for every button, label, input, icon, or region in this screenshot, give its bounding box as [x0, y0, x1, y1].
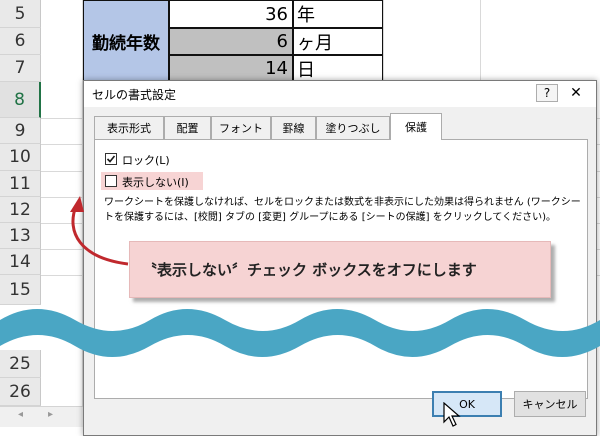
tab-label: 保護: [405, 121, 427, 134]
ok-label: OK: [459, 397, 475, 411]
wave-break: [0, 309, 600, 357]
callout-arrow: [70, 196, 129, 266]
mouse-cursor-icon: [443, 402, 461, 427]
tab-protection[interactable]: 保護: [390, 113, 442, 140]
cancel-label: キャンセル: [522, 398, 578, 411]
cancel-button[interactable]: キャンセル: [514, 391, 586, 417]
screenshot: 5 6 7 8 9 10 11 12 13 14 15 25 26 勤続年数 3…: [0, 0, 600, 436]
